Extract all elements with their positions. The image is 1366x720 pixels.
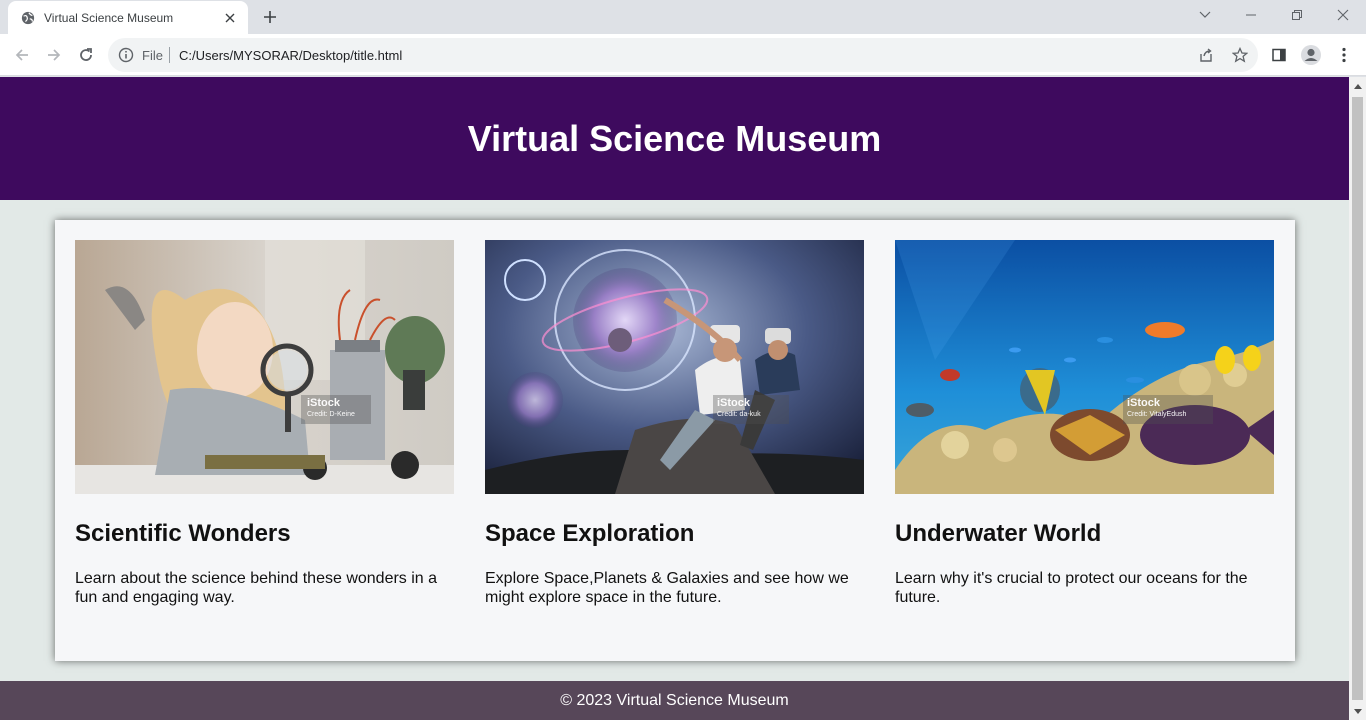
image-watermark: iStock — [717, 397, 751, 409]
profile-avatar-icon[interactable] — [1299, 43, 1323, 67]
back-arrow-icon[interactable] — [8, 41, 36, 69]
image-watermark: iStock — [1127, 397, 1161, 409]
card-title: Scientific Wonders — [75, 520, 291, 547]
share-icon[interactable] — [1196, 45, 1216, 65]
vertical-scrollbar[interactable] — [1349, 77, 1366, 720]
card-description: Explore Space,Planets & Galaxies and see… — [485, 570, 849, 606]
card-title: Space Exploration — [485, 520, 695, 547]
page-viewport: Virtual Science Museum iStock Credit: D-… — [0, 77, 1349, 720]
side-panel-icon[interactable] — [1267, 43, 1291, 67]
card-title: Underwater World — [895, 520, 1102, 547]
footer-copyright: © 2023 Virtual Science Museum — [560, 691, 789, 709]
scientific-wonders-image: iStock Credit: D-Keine — [75, 240, 454, 494]
scrollbar-thumb[interactable] — [1352, 97, 1363, 700]
tab-close-icon[interactable] — [222, 10, 238, 26]
scroll-up-arrow-icon[interactable] — [1349, 77, 1366, 94]
scroll-down-arrow-icon[interactable] — [1349, 703, 1366, 720]
restore-icon[interactable] — [1274, 0, 1320, 30]
globe-icon — [20, 10, 36, 26]
tab-search-icon[interactable] — [1182, 0, 1228, 30]
site-footer: © 2023 Virtual Science Museum — [0, 681, 1349, 720]
url-divider — [169, 47, 170, 63]
bookmark-star-icon[interactable] — [1230, 45, 1250, 65]
site-header: Virtual Science Museum — [0, 77, 1349, 200]
image-credit: Credit: D-Keine — [307, 411, 355, 418]
menu-kebab-icon[interactable] — [1332, 43, 1356, 67]
new-tab-icon[interactable] — [259, 7, 281, 27]
tab-title: Virtual Science Museum — [44, 10, 174, 25]
tab-strip: Virtual Science Museum — [0, 0, 1366, 34]
url-text[interactable]: C:/Users/MYSORAR/Desktop/title.html — [179, 48, 402, 63]
underwater-world-image: iStock Credit: VitalyEdush — [895, 240, 1274, 494]
image-watermark: iStock — [307, 397, 341, 409]
browser-tab[interactable]: Virtual Science Museum — [8, 1, 248, 34]
exhibit-card: iStock Credit: D-Keine Scientific Wonder… — [75, 240, 454, 607]
exhibit-card: iStock Credit: da-kuk Space Exploration … — [485, 240, 864, 607]
card-description: Learn why it's crucial to protect our oc… — [895, 570, 1248, 606]
site-info-icon[interactable] — [118, 47, 134, 63]
space-exploration-image: iStock Credit: da-kuk — [485, 240, 864, 494]
exhibit-card: iStock Credit: VitalyEdush Underwater Wo… — [895, 240, 1274, 607]
close-window-icon[interactable] — [1320, 0, 1366, 30]
minimize-icon[interactable] — [1228, 0, 1274, 30]
address-bar[interactable]: File C:/Users/MYSORAR/Desktop/title.html — [108, 38, 1258, 72]
image-credit: Credit: VitalyEdush — [1127, 411, 1187, 418]
reload-icon[interactable] — [72, 41, 100, 69]
forward-arrow-icon[interactable] — [40, 41, 68, 69]
card-description: Learn about the science behind these won… — [75, 570, 438, 606]
url-scheme-label: File — [142, 48, 163, 63]
exhibit-panel: iStock Credit: D-Keine Scientific Wonder… — [55, 220, 1295, 661]
image-credit: Credit: da-kuk — [717, 411, 761, 418]
page-title: Virtual Science Museum — [467, 117, 882, 159]
browser-toolbar: File C:/Users/MYSORAR/Desktop/title.html — [0, 34, 1366, 76]
